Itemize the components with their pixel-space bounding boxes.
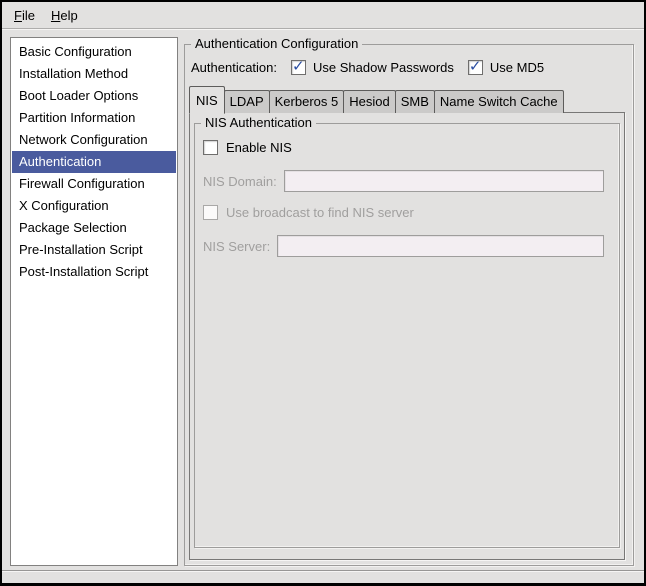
sidebar-list: Basic ConfigurationInstallation MethodBo… bbox=[10, 37, 178, 566]
sidebar-item-package-selection[interactable]: Package Selection bbox=[12, 217, 176, 239]
tab-kerberos-5[interactable]: Kerberos 5 bbox=[269, 90, 345, 113]
nis-server-row: NIS Server: bbox=[203, 235, 604, 257]
broadcast-row: Use broadcast to find NIS server bbox=[203, 205, 604, 220]
authentication-configuration-group: Authentication Configuration Authenticat… bbox=[184, 44, 634, 566]
use-broadcast-checkbox bbox=[203, 205, 218, 220]
use-md5-checkbox[interactable] bbox=[468, 60, 483, 75]
tab-name-switch-cache[interactable]: Name Switch Cache bbox=[434, 90, 564, 113]
sidebar-item-authentication[interactable]: Authentication bbox=[12, 151, 176, 173]
sidebar-item-installation-method[interactable]: Installation Method bbox=[12, 63, 176, 85]
tab-bar: NISLDAPKerberos 5HesiodSMBName Switch Ca… bbox=[189, 86, 625, 113]
use-broadcast-label: Use broadcast to find NIS server bbox=[226, 205, 414, 220]
enable-nis-label: Enable NIS bbox=[226, 140, 292, 155]
status-strip bbox=[2, 570, 644, 583]
group-title: Authentication Configuration bbox=[191, 36, 362, 52]
use-shadow-passwords-checkbox[interactable] bbox=[291, 60, 306, 75]
content-area: Basic ConfigurationInstallation MethodBo… bbox=[2, 30, 644, 570]
sidebar-item-pre-installation-script[interactable]: Pre-Installation Script bbox=[12, 239, 176, 261]
kickstart-window: { "menubar": { "items": [ { "label": "Fi… bbox=[0, 0, 646, 586]
nis-tab-page: NIS Authentication Enable NIS NIS Domain… bbox=[189, 112, 625, 560]
nis-domain-input bbox=[284, 170, 604, 192]
nis-domain-row: NIS Domain: bbox=[203, 170, 604, 192]
tab-hesiod[interactable]: Hesiod bbox=[343, 90, 395, 113]
authentication-options-row: Authentication: Use Shadow Passwords Use… bbox=[191, 60, 625, 75]
tab-smb[interactable]: SMB bbox=[395, 90, 435, 113]
sidebar-item-basic-configuration[interactable]: Basic Configuration bbox=[12, 41, 176, 63]
use-shadow-passwords-label: Use Shadow Passwords bbox=[313, 60, 454, 75]
sidebar-item-firewall-configuration[interactable]: Firewall Configuration bbox=[12, 173, 176, 195]
tab-nis[interactable]: NIS bbox=[189, 86, 225, 114]
sidebar-item-x-configuration[interactable]: X Configuration bbox=[12, 195, 176, 217]
authentication-label: Authentication: bbox=[191, 60, 277, 75]
nis-domain-label: NIS Domain: bbox=[203, 174, 277, 189]
sidebar-item-boot-loader-options[interactable]: Boot Loader Options bbox=[12, 85, 176, 107]
sidebar-item-post-installation-script[interactable]: Post-Installation Script bbox=[12, 261, 176, 283]
menu-item-file[interactable]: File bbox=[6, 4, 43, 27]
nis-group-title: NIS Authentication bbox=[201, 115, 316, 131]
use-md5-label: Use MD5 bbox=[490, 60, 544, 75]
nis-authentication-group: NIS Authentication Enable NIS NIS Domain… bbox=[194, 123, 620, 548]
menu-item-help[interactable]: Help bbox=[43, 4, 86, 27]
tab-ldap[interactable]: LDAP bbox=[224, 90, 270, 113]
enable-nis-checkbox[interactable] bbox=[203, 140, 218, 155]
nis-server-input bbox=[277, 235, 604, 257]
enable-nis-row: Enable NIS bbox=[203, 140, 604, 155]
sidebar-item-network-configuration[interactable]: Network Configuration bbox=[12, 129, 176, 151]
group-content: Authentication: Use Shadow Passwords Use… bbox=[185, 45, 633, 565]
menubar: FileHelp bbox=[2, 2, 644, 29]
sidebar-item-partition-information[interactable]: Partition Information bbox=[12, 107, 176, 129]
nis-server-label: NIS Server: bbox=[203, 239, 270, 254]
